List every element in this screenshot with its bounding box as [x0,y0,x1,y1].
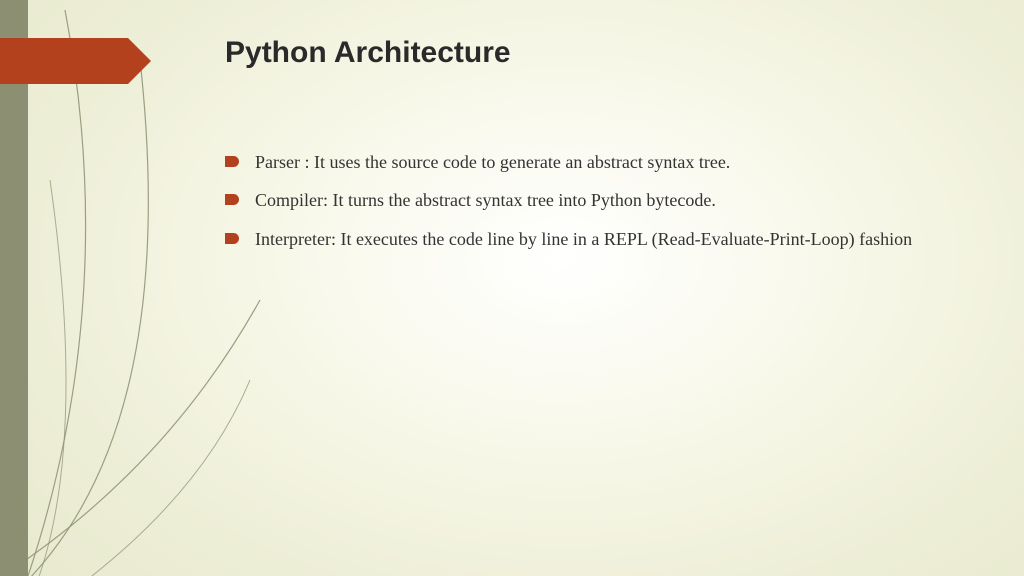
bullet-item: Parser : It uses the source code to gene… [225,150,954,174]
bullet-item: Compiler: It turns the abstract syntax t… [225,188,954,212]
title-banner [0,38,128,84]
bullet-icon [225,156,239,167]
left-accent-stripe [0,0,28,576]
banner-arrow-shape [0,38,128,84]
bullet-item: Interpreter: It executes the code line b… [225,227,954,251]
bullet-text: Interpreter: It executes the code line b… [255,227,954,251]
slide-title: Python Architecture [225,36,511,70]
slide-body: Parser : It uses the source code to gene… [225,150,954,265]
bullet-icon [225,194,239,205]
decorative-grass-curves [0,0,1024,576]
bullet-text: Compiler: It turns the abstract syntax t… [255,188,954,212]
bullet-text: Parser : It uses the source code to gene… [255,150,954,174]
bullet-icon [225,233,239,244]
